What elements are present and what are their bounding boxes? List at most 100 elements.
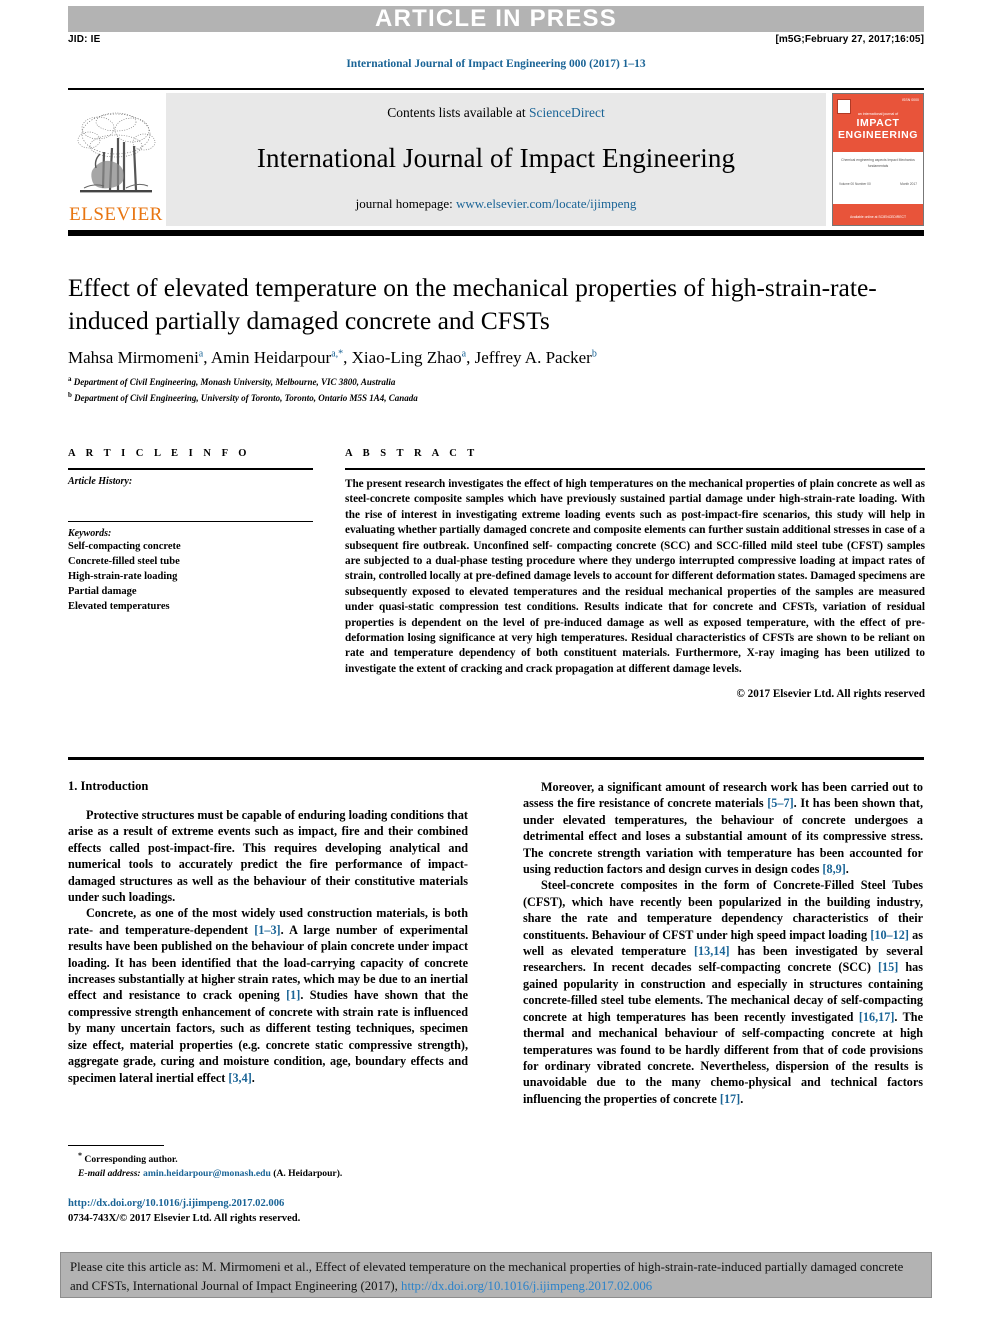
paragraph: Steel-concrete composites in the form of… xyxy=(523,877,923,1107)
affiliation-list: a Department of Civil Engineering, Monas… xyxy=(68,374,924,406)
keywords-label: Keywords: xyxy=(68,528,112,539)
article-info-column: A R T I C L E I N F O Article History: K… xyxy=(68,448,313,615)
build-stamp-label: [m5G;February 27, 2017;16:05] xyxy=(775,34,924,45)
footnote-star: * xyxy=(78,1151,82,1160)
affiliation-item: a Department of Civil Engineering, Monas… xyxy=(68,374,924,390)
author-name: Xiao-Ling Zhao xyxy=(351,348,462,367)
abstract-heading: A B S T R A C T xyxy=(345,448,479,459)
email-owner: (A. Heidarpour). xyxy=(273,1168,343,1180)
homepage-prefix: journal homepage: xyxy=(355,196,456,211)
journal-masthead: ELSEVIER Contents lists available at Sci… xyxy=(68,88,924,228)
affiliation-mark: b xyxy=(68,390,72,399)
author-list: Mahsa Mirmomenia, Amin Heidarpoura,*, Xi… xyxy=(68,348,597,367)
article-info-rule-top xyxy=(68,468,313,470)
abstract-column: A B S T R A C T The present research inv… xyxy=(345,448,925,700)
email-link[interactable]: amin.heidarpour@monash.edu xyxy=(143,1168,271,1179)
author-name: Mahsa Mirmomeni xyxy=(68,348,199,367)
author-name: Amin Heidarpour xyxy=(210,348,332,367)
cover-title-line1: IMPACT xyxy=(856,117,900,129)
cite-doi-link[interactable]: http://dx.doi.org/10.1016/j.ijimpeng.201… xyxy=(401,1279,652,1293)
issn-copyright-line: 0734-743X/© 2017 Elsevier Ltd. All right… xyxy=(68,1213,301,1225)
citation-ref[interactable]: [10–12] xyxy=(870,928,909,942)
cover-footer: Available online at SCIENCEDIRECT xyxy=(849,215,907,219)
elsevier-wordmark: ELSEVIER xyxy=(69,204,163,225)
page-title: Effect of elevated temperature on the me… xyxy=(68,273,877,335)
citation-ref[interactable]: [1] xyxy=(286,988,300,1002)
keyword-item: Self-compacting concrete xyxy=(68,541,181,552)
abstract-rule-top xyxy=(345,468,925,470)
paragraph-text: Steel-concrete composites in the form of… xyxy=(523,878,923,942)
keyword-item: High-strain-rate loading xyxy=(68,570,178,582)
section-divider-rule xyxy=(68,757,924,760)
doi-link[interactable]: http://dx.doi.org/10.1016/j.ijimpeng.201… xyxy=(68,1196,488,1211)
citation-ref[interactable]: [16,17] xyxy=(859,1010,895,1024)
author-mark: a,* xyxy=(331,348,344,360)
keyword-item: Partial damage xyxy=(68,585,137,597)
journal-homepage-link[interactable]: www.elsevier.com/locate/ijimpeng xyxy=(456,196,636,211)
citation-ref[interactable]: [3,4] xyxy=(228,1071,251,1085)
affiliation-item: b Department of Civil Engineering, Unive… xyxy=(68,390,924,406)
cover-title-line2: ENGINEERING xyxy=(837,129,919,141)
footnote-block: * Corresponding author. E-mail address: … xyxy=(68,1145,468,1181)
elsevier-tree-icon xyxy=(77,112,156,193)
journal-cover-thumbnail: ISSN 0000 an international journal of IM… xyxy=(832,93,924,226)
affiliation-mark: a xyxy=(68,375,72,383)
corresponding-author-text: Corresponding author. xyxy=(84,1154,178,1166)
sciencedirect-banner: Contents lists available at ScienceDirec… xyxy=(166,93,826,226)
journal-title: International Journal of Impact Engineer… xyxy=(256,143,736,173)
citation-ref[interactable]: [17] xyxy=(720,1092,740,1106)
citation-ref[interactable]: [13,14] xyxy=(694,944,730,958)
contents-prefix: Contents lists available at xyxy=(387,105,529,120)
journal-homepage-line: journal homepage: www.elsevier.com/locat… xyxy=(356,196,637,212)
paragraph-text: . Studies have shown that the compressiv… xyxy=(68,988,468,1085)
corresponding-author-note: * Corresponding author. xyxy=(68,1150,468,1167)
cover-subtitle: an international journal of xyxy=(857,112,899,116)
article-info-rule-mid xyxy=(68,521,313,522)
paragraph-text: . xyxy=(251,1070,255,1085)
cover-body-text: Chemical engineering aspects Impact Mech… xyxy=(841,158,915,168)
author-name: Jeffrey A. Packer xyxy=(474,348,592,367)
footnote-rule xyxy=(68,1145,164,1146)
article-info-heading: A R T I C L E I N F O xyxy=(68,448,251,459)
paragraph: Concrete, as one of the most widely used… xyxy=(68,905,468,1085)
author-mark: a xyxy=(461,348,467,360)
keyword-list: Self-compacting concrete Concrete-filled… xyxy=(68,540,313,615)
cover-issue-label: ISSN 0000 xyxy=(902,98,919,102)
abstract-body: The present research investigates the ef… xyxy=(345,478,925,675)
paragraph-text: . xyxy=(740,1091,744,1106)
doi-block: http://dx.doi.org/10.1016/j.ijimpeng.201… xyxy=(68,1196,488,1227)
email-note: E-mail address: amin.heidarpour@monash.e… xyxy=(68,1167,468,1181)
author-mark: b xyxy=(591,348,597,360)
paragraph: Protective structures must be capable of… xyxy=(68,808,468,905)
keyword-item: Concrete-filled steel tube xyxy=(68,555,180,567)
citation-ref[interactable]: [5–7] xyxy=(767,796,793,810)
cite-this-article-box: Please cite this article as: M. Mirmomen… xyxy=(60,1252,932,1298)
contents-list-line: Contents lists available at ScienceDirec… xyxy=(387,105,604,121)
body-column-left: 1. Introduction Protective structures mu… xyxy=(68,779,468,1086)
paragraph-text: . xyxy=(845,862,849,877)
keyword-item: Elevated temperatures xyxy=(68,600,170,612)
citation-ref[interactable]: [1–3] xyxy=(254,923,280,937)
sciencedirect-link[interactable]: ScienceDirect xyxy=(529,105,605,120)
email-label: E-mail address: xyxy=(78,1168,141,1180)
cover-col-right: Month 2017 xyxy=(900,182,917,186)
elsevier-logo: ELSEVIER xyxy=(68,93,164,226)
article-in-press-label: ARTICLE IN PRESS xyxy=(375,5,617,32)
article-history-label: Article History: xyxy=(68,476,133,487)
jid-label: JID: IE xyxy=(68,34,101,45)
abstract-copyright: © 2017 Elsevier Ltd. All rights reserved xyxy=(736,688,925,701)
author-mark: a xyxy=(198,348,204,360)
section-heading-introduction: 1. Introduction xyxy=(68,779,149,793)
cover-col-left: Volume 00 Number 00 xyxy=(839,182,871,186)
cover-columns: Volume 00 Number 00 Month 2017 xyxy=(839,182,917,186)
masthead-bottom-rule xyxy=(68,230,924,236)
affiliation-text: Department of Civil Engineering, Univers… xyxy=(74,392,418,403)
affiliation-text: Department of Civil Engineering, Monash … xyxy=(73,377,396,387)
article-history-spacer xyxy=(68,487,313,517)
journal-reference-line: International Journal of Impact Engineer… xyxy=(346,58,646,70)
citation-ref[interactable]: [8,9] xyxy=(822,862,845,876)
paragraph: Moreover, a significant amount of resear… xyxy=(523,779,923,877)
body-column-right: Moreover, a significant amount of resear… xyxy=(523,779,923,1107)
citation-ref[interactable]: [15] xyxy=(878,960,898,974)
article-in-press-banner: ARTICLE IN PRESS xyxy=(68,6,924,32)
